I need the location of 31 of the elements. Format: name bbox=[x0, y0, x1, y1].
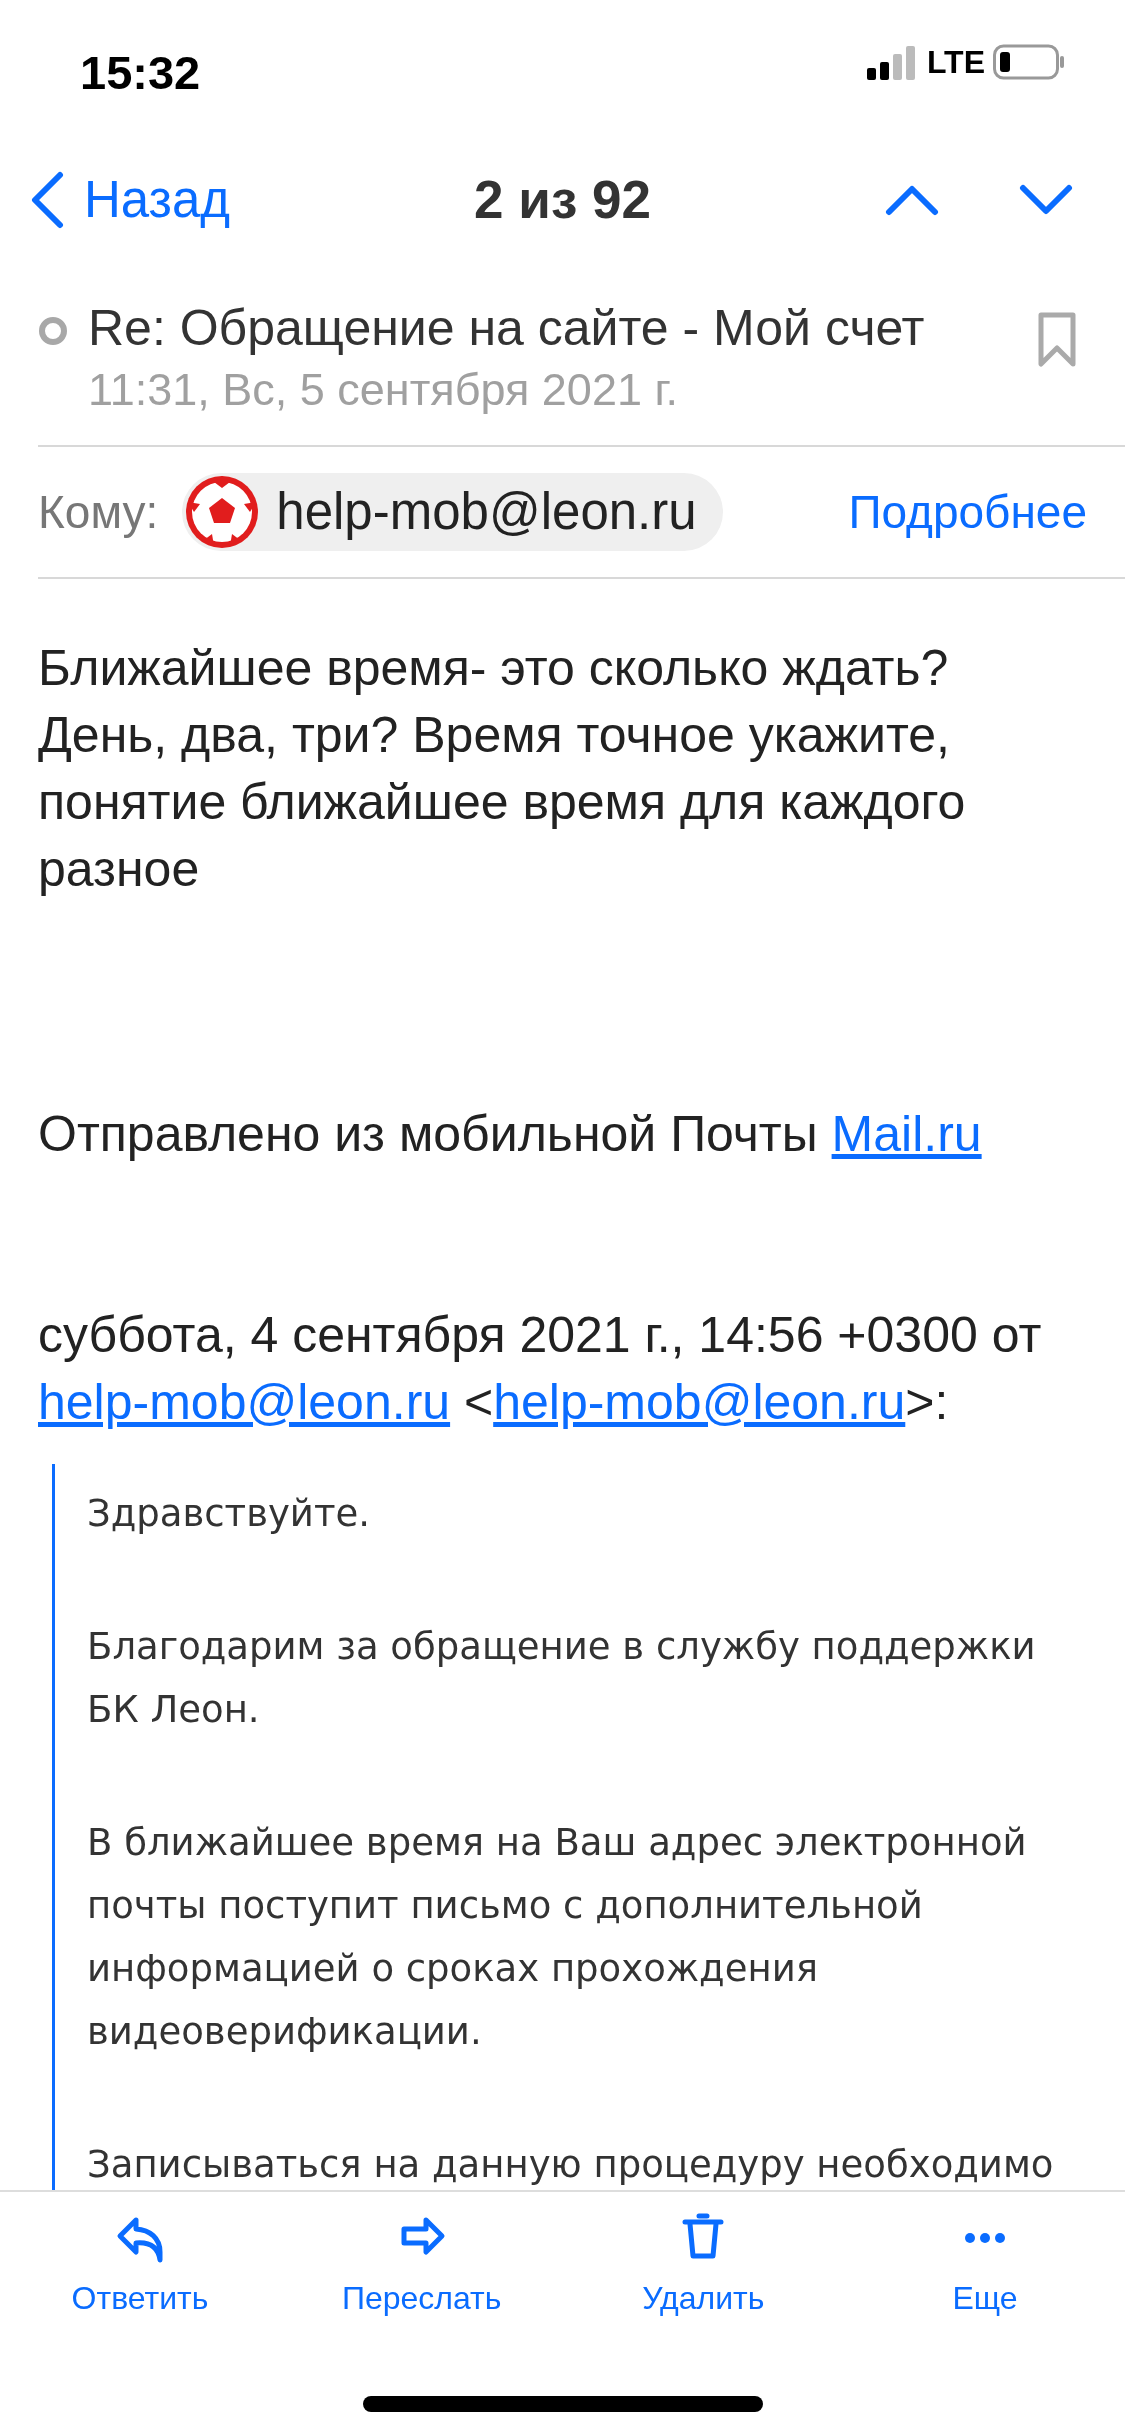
quoted-paragraph: Здравствуйте. bbox=[87, 1491, 371, 1537]
battery-icon bbox=[993, 44, 1065, 80]
quoted-paragraph: Записываться на данную процедуру необходимо bbox=[87, 2142, 1055, 2188]
clock-time: 15:32 bbox=[80, 45, 201, 101]
quoted-paragraph: В ближайшее время на Ваш адрес электронной почты поступит письмо с дополнительной информацией о сроках прохождения видеоверификации. bbox=[87, 1820, 1028, 2055]
chevron-left-icon bbox=[30, 171, 64, 229]
read-status-icon[interactable] bbox=[38, 316, 68, 346]
to-label: Кому: bbox=[38, 484, 159, 540]
forward-button[interactable]: Переслать bbox=[281, 2192, 562, 2436]
recipient-chip[interactable]: help-mob@leon.ru bbox=[182, 473, 723, 551]
message-paragraph: Ближайшее время- это сколько ждать? День, два, три? Время точное укажите, понятие ближайшее время для каждого разное bbox=[38, 639, 967, 899]
email-link[interactable]: help-mob@leon.ru bbox=[493, 1374, 906, 1430]
quoted-paragraph: Благодарим за обращение в службу поддержки БК Леон. bbox=[87, 1624, 1037, 1733]
email-link[interactable]: Mail.ru bbox=[831, 1106, 982, 1162]
previous-button[interactable] bbox=[885, 184, 939, 216]
network-label: LTE bbox=[926, 43, 985, 82]
quote-header-text: суббота, 4 сентября 2021 г., 14:56 +0300 от help-mob@leon.ru <help-mob@leon.ru>: bbox=[38, 1306, 1043, 1432]
message-position: 2 из 92 bbox=[474, 169, 651, 232]
back-button[interactable]: Назад bbox=[30, 161, 231, 239]
more-icon bbox=[964, 2233, 1005, 2243]
subject-text: Re: Обращение на сайте - Мой счет bbox=[88, 299, 926, 358]
details-link[interactable]: Подробнее bbox=[848, 477, 1087, 547]
delete-button[interactable]: Удалить bbox=[563, 2192, 844, 2436]
signature-text: Отправлено из мобильной Почты Mail.ru bbox=[38, 1105, 983, 1164]
next-button[interactable] bbox=[1019, 184, 1073, 216]
reply-button[interactable]: Ответить bbox=[0, 2192, 280, 2436]
ball-avatar-icon bbox=[186, 476, 259, 548]
email-link[interactable]: help-mob@leon.ru bbox=[38, 1374, 451, 1430]
date-text: 11:31, Вс, 5 сентября 2021 г. bbox=[88, 363, 679, 417]
bookmark-icon[interactable] bbox=[1037, 312, 1077, 368]
more-button[interactable]: Еще bbox=[844, 2192, 1125, 2436]
